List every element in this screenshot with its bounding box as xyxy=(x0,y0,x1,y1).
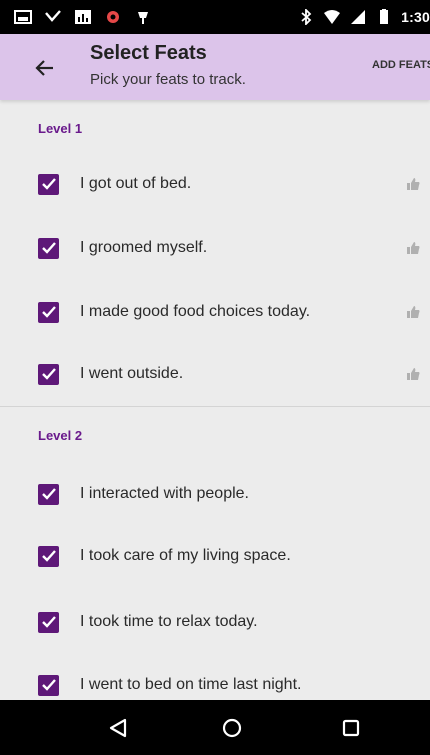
thumb-up-icon[interactable] xyxy=(406,367,420,381)
item-label: I took care of my living space. xyxy=(80,547,291,564)
status-bar: 1:30 xyxy=(0,0,430,34)
back-button[interactable] xyxy=(30,54,60,82)
list-item[interactable]: I groomed myself. xyxy=(0,220,430,276)
image-icon xyxy=(14,10,32,24)
triangle-back-icon xyxy=(109,718,127,738)
bluetooth-icon xyxy=(301,9,312,25)
item-label: I took time to relax today. xyxy=(80,613,258,630)
wifi-icon xyxy=(324,10,341,24)
section-divider xyxy=(0,406,430,407)
item-label: I interacted with people. xyxy=(80,485,249,502)
status-time: 1:30 xyxy=(401,9,430,25)
item-label: I went to bed on time last night. xyxy=(80,676,302,693)
app-notification-icon xyxy=(138,12,148,24)
check-icon xyxy=(41,306,56,318)
checkbox[interactable] xyxy=(38,173,59,195)
check-icon xyxy=(41,178,56,190)
check-icon xyxy=(41,242,56,254)
checkbox[interactable] xyxy=(38,611,59,633)
checkbox[interactable] xyxy=(38,363,59,385)
check-icon xyxy=(41,368,56,380)
checkbox[interactable] xyxy=(38,483,59,505)
page-subtitle: Pick your feats to track. xyxy=(90,71,246,88)
arrow-back-icon xyxy=(35,60,53,76)
check-icon xyxy=(41,616,56,628)
item-label: I went outside. xyxy=(80,365,184,382)
nav-recents-button[interactable] xyxy=(337,714,365,742)
signal-icon xyxy=(351,10,366,24)
thumb-up-icon[interactable] xyxy=(406,305,420,319)
square-recents-icon xyxy=(342,719,360,737)
nav-home-button[interactable] xyxy=(218,714,246,742)
check-icon xyxy=(41,550,56,562)
checkbox[interactable] xyxy=(38,301,59,323)
item-label: I groomed myself. xyxy=(80,239,208,256)
checkbox[interactable] xyxy=(38,237,59,259)
thumb-up-icon[interactable] xyxy=(406,241,420,255)
list-item[interactable]: I got out of bed. xyxy=(0,156,430,212)
chart-app-icon xyxy=(75,10,91,24)
item-label: I got out of bed. xyxy=(80,175,192,192)
list-item[interactable]: I took time to relax today. xyxy=(0,594,430,650)
item-label: I made good food choices today. xyxy=(80,303,311,320)
list-item[interactable]: I made good food choices today. xyxy=(0,284,430,340)
check-icon xyxy=(41,488,56,500)
page-title: Select Feats xyxy=(90,42,207,64)
thumb-up-icon[interactable] xyxy=(406,177,420,191)
list-item[interactable]: I interacted with people. xyxy=(0,466,430,522)
section-header-level-2: Level 2 xyxy=(38,428,83,443)
nav-back-button[interactable] xyxy=(104,714,132,742)
checkbox[interactable] xyxy=(38,674,59,696)
list-item[interactable]: I went outside. xyxy=(0,346,430,402)
app-bar: Select Feats Pick your feats to track. A… xyxy=(0,34,430,100)
checkbox[interactable] xyxy=(38,545,59,567)
select-feats-screen: 1:30 Select Feats Pick your feats to tra… xyxy=(0,0,430,755)
missed-call-icon xyxy=(45,10,61,22)
battery-icon xyxy=(380,9,389,24)
system-nav-bar xyxy=(0,700,430,755)
add-feats-button[interactable]: ADD FEATS xyxy=(372,59,430,71)
red-app-icon xyxy=(107,11,119,23)
list-item[interactable]: I took care of my living space. xyxy=(0,528,430,584)
circle-home-icon xyxy=(222,718,242,738)
section-header-level-1: Level 1 xyxy=(38,121,83,136)
check-icon xyxy=(41,679,56,691)
